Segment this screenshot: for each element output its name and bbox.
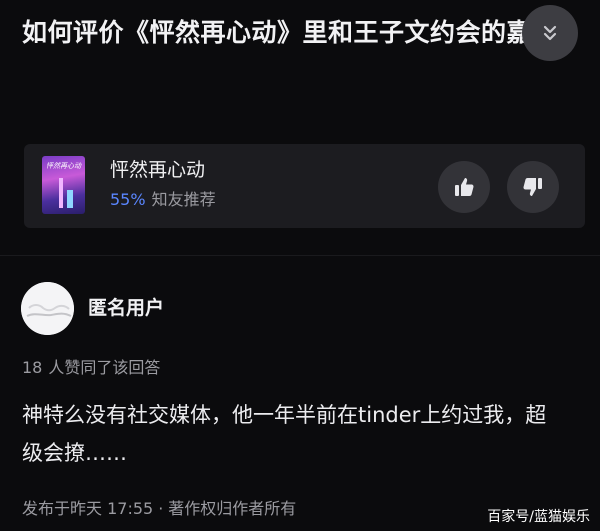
recommend-rating: 55% 知友推荐 [110, 189, 216, 211]
author-name[interactable]: 匿名用户 [88, 294, 164, 322]
answer-body: 神特么没有社交媒体，他一年半前在tinder上约过我，超级会撩…… [22, 403, 547, 465]
answer-page: 如何评价《怦然再心动》里和王子文约会的嘉宾吴永恩？ 怦然再心动 怦然再心动 55… [0, 0, 600, 531]
publish-time: 发布于昨天 17:55 [22, 499, 154, 518]
recommend-button[interactable] [438, 161, 490, 213]
avatar[interactable] [21, 282, 74, 335]
upvote-count: 18 人赞同了该回答 [22, 356, 160, 380]
thumbs-up-icon [455, 178, 474, 196]
upvote-text: 人赞同了该回答 [48, 358, 161, 377]
chevrons-down-icon [543, 25, 557, 41]
show-card[interactable]: 怦然再心动 怦然再心动 55% 知友推荐 [24, 144, 585, 228]
watermark: 百家号/蓝猫娱乐 [487, 509, 590, 525]
poster-title: 怦然再心动 [46, 162, 81, 170]
thumbs-down-icon [523, 178, 542, 196]
anonymous-avatar-icon [21, 282, 74, 335]
answer-meta: 发布于昨天 17:55 · 著作权归作者所有 [22, 496, 296, 522]
copyright-notice: 著作权归作者所有 [168, 499, 297, 518]
meta-separator: · [158, 499, 164, 518]
collapse-button[interactable] [522, 5, 578, 61]
upvote-number: 18 [22, 358, 43, 377]
divider [0, 255, 600, 256]
not-recommend-button[interactable] [507, 161, 559, 213]
question-title[interactable]: 如何评价《怦然再心动》里和王子文约会的嘉宾吴永恩？ [22, 14, 532, 51]
rating-label: 知友推荐 [151, 190, 216, 209]
show-name[interactable]: 怦然再心动 [110, 157, 205, 183]
rating-percent: 55% [110, 190, 146, 209]
show-poster[interactable]: 怦然再心动 [42, 156, 85, 214]
